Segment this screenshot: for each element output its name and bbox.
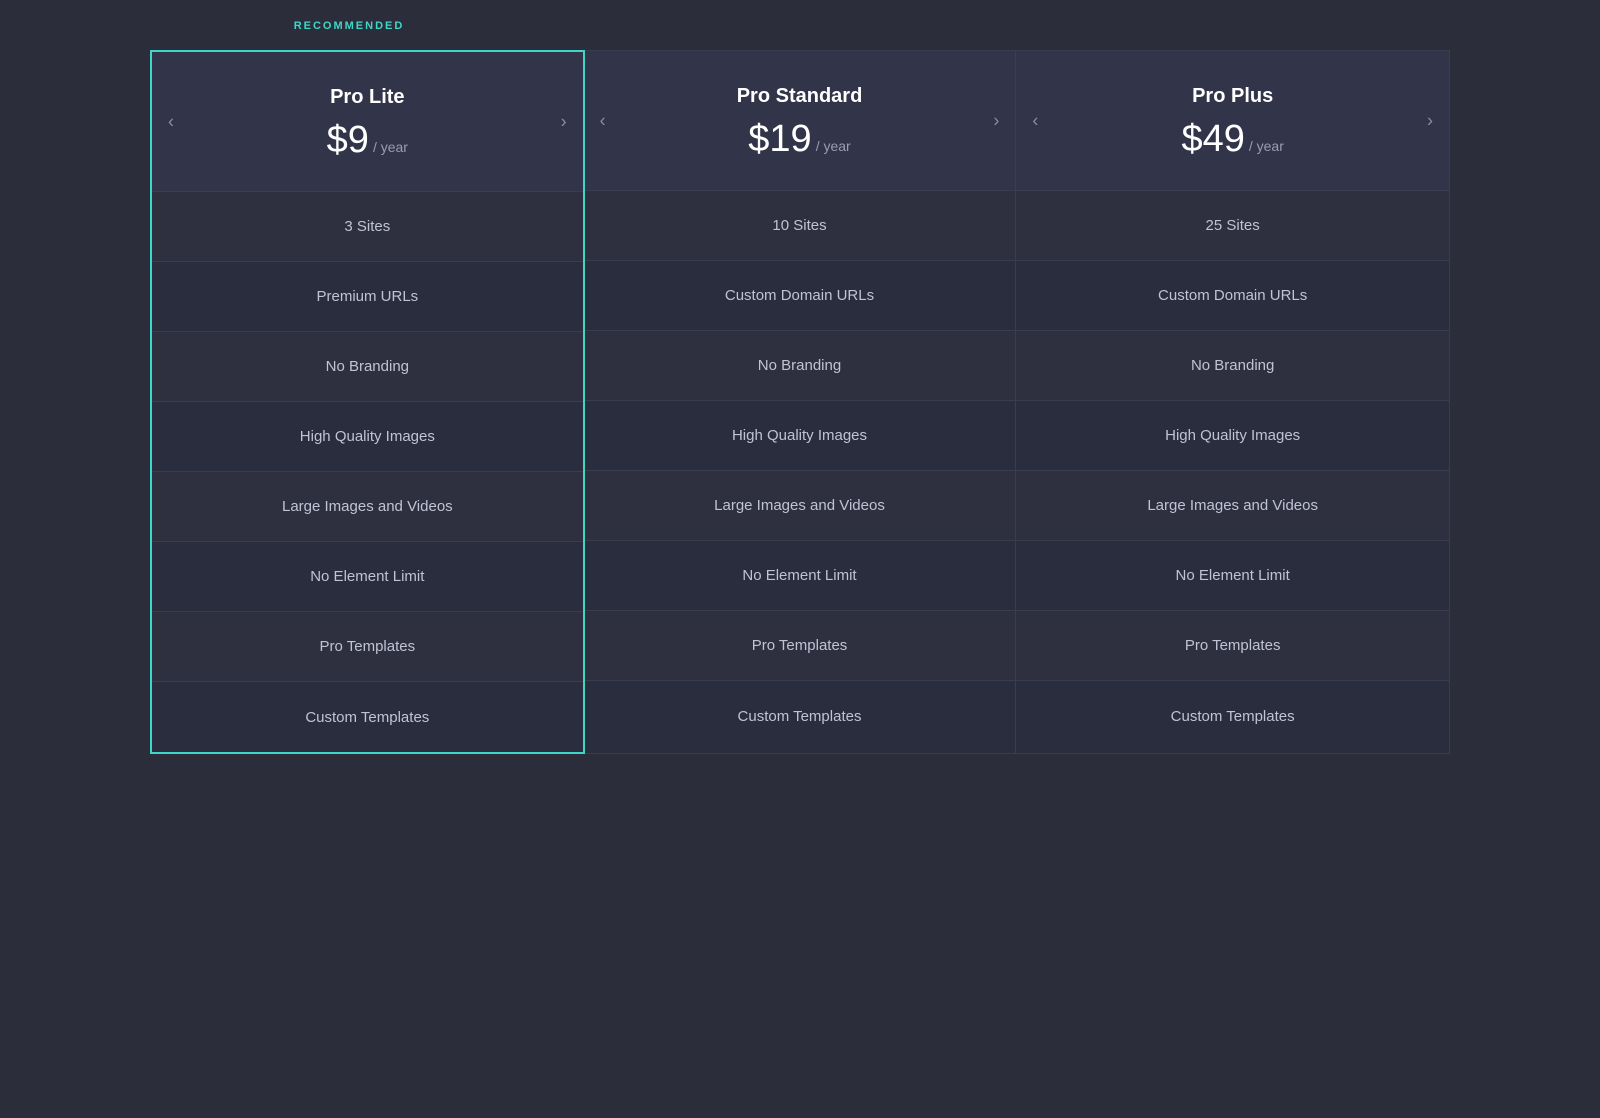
feature-text-pro-standard-4: Large Images and Videos <box>714 497 885 514</box>
plan-name-pro-lite: Pro Lite <box>330 86 404 109</box>
feature-row-pro-lite-4: Large Images and Videos <box>152 472 583 542</box>
plan-period-pro-plus: / year <box>1249 138 1284 154</box>
plan-price-pro-lite: $9/ year <box>327 119 408 162</box>
plan-header-pro-lite: ‹ Pro Lite $9/ year › <box>152 52 583 192</box>
plan-column-pro-lite: ‹ Pro Lite $9/ year › 3 Sites Premium URLs No … <box>150 50 585 754</box>
feature-text-pro-lite-2: No Branding <box>326 358 409 375</box>
feature-row-pro-standard-1: Custom Domain URLs <box>584 261 1016 331</box>
nav-right-pro-plus[interactable]: › <box>1419 102 1441 139</box>
feature-row-pro-plus-7: Custom Templates <box>1016 681 1449 751</box>
feature-text-pro-plus-7: Custom Templates <box>1171 708 1295 725</box>
feature-text-pro-standard-0: 10 Sites <box>772 217 826 234</box>
feature-row-pro-plus-1: Custom Domain URLs <box>1016 261 1449 331</box>
feature-text-pro-plus-2: No Branding <box>1191 357 1274 374</box>
feature-text-pro-standard-3: High Quality Images <box>732 427 867 444</box>
feature-text-pro-lite-4: Large Images and Videos <box>282 498 453 515</box>
feature-row-pro-lite-3: High Quality Images <box>152 402 583 472</box>
feature-text-pro-standard-5: No Element Limit <box>742 567 856 584</box>
feature-row-pro-standard-5: No Element Limit <box>584 541 1016 611</box>
feature-text-pro-lite-5: No Element Limit <box>310 568 424 585</box>
feature-row-pro-lite-6: Pro Templates <box>152 612 583 682</box>
plan-name-pro-standard: Pro Standard <box>737 85 863 108</box>
nav-right-pro-lite[interactable]: › <box>553 103 575 140</box>
feature-row-pro-plus-0: 25 Sites <box>1016 191 1449 261</box>
feature-row-pro-lite-2: No Branding <box>152 332 583 402</box>
feature-row-pro-plus-4: Large Images and Videos <box>1016 471 1449 541</box>
plans-grid: ‹Pro Lite$9/ year›3 SitesPremium URLsNo … <box>150 50 1450 754</box>
plan-amount-pro-lite: $9 <box>327 119 369 162</box>
plan-header-pro-plus: ‹ Pro Plus $49 / year › <box>1016 51 1449 191</box>
feature-row-pro-plus-3: High Quality Images <box>1016 401 1449 471</box>
feature-row-pro-standard-7: Custom Templates <box>584 681 1016 751</box>
feature-text-pro-plus-3: High Quality Images <box>1165 427 1300 444</box>
feature-row-pro-plus-6: Pro Templates <box>1016 611 1449 681</box>
plan-price-pro-plus: $49 / year <box>1181 118 1283 161</box>
feature-text-pro-lite-1: Premium URLs <box>316 288 418 305</box>
feature-text-pro-standard-2: No Branding <box>758 357 841 374</box>
plan-price-pro-standard: $19 / year <box>748 118 850 161</box>
feature-text-pro-plus-4: Large Images and Videos <box>1147 497 1318 514</box>
plan-name-pro-plus: Pro Plus <box>1192 85 1273 108</box>
feature-text-pro-standard-1: Custom Domain URLs <box>725 287 874 304</box>
feature-row-pro-lite-0: 3 Sites <box>152 192 583 262</box>
feature-text-pro-standard-7: Custom Templates <box>738 708 862 725</box>
plan-amount-pro-standard: $19 <box>748 118 811 161</box>
recommended-label: RECOMMENDED <box>150 20 548 38</box>
nav-left-pro-plus[interactable]: ‹ <box>1024 102 1046 139</box>
feature-row-pro-lite-7: Custom Templates <box>152 682 583 752</box>
feature-row-pro-lite-1: Premium URLs <box>152 262 583 332</box>
pricing-wrapper: RECOMMENDED ‹Pro Lite$9/ year›3 SitesPre… <box>150 20 1450 754</box>
feature-text-pro-plus-1: Custom Domain URLs <box>1158 287 1307 304</box>
plan-period-pro-lite: / year <box>373 139 408 155</box>
feature-text-pro-plus-6: Pro Templates <box>1185 637 1281 654</box>
nav-left-pro-standard[interactable]: ‹ <box>592 102 614 139</box>
feature-text-pro-plus-0: 25 Sites <box>1206 217 1260 234</box>
feature-text-pro-lite-0: 3 Sites <box>344 218 390 235</box>
feature-row-pro-standard-2: No Branding <box>584 331 1016 401</box>
feature-text-pro-lite-3: High Quality Images <box>300 428 435 445</box>
feature-text-pro-plus-5: No Element Limit <box>1176 567 1290 584</box>
feature-text-pro-lite-7: Custom Templates <box>305 709 429 726</box>
plan-amount-pro-plus: $49 <box>1181 118 1244 161</box>
feature-text-pro-lite-6: Pro Templates <box>320 638 416 655</box>
feature-row-pro-standard-6: Pro Templates <box>584 611 1016 681</box>
feature-row-pro-standard-4: Large Images and Videos <box>584 471 1016 541</box>
nav-left-pro-lite[interactable]: ‹ <box>160 103 182 140</box>
plan-column-pro-plus: ‹ Pro Plus $49 / year › 25 Sites Custom Domain… <box>1016 51 1449 753</box>
plan-column-pro-standard: ‹ Pro Standard $19 / year › 10 Sites Custom Do… <box>584 51 1017 753</box>
feature-row-pro-plus-2: No Branding <box>1016 331 1449 401</box>
feature-row-pro-lite-5: No Element Limit <box>152 542 583 612</box>
nav-right-pro-standard[interactable]: › <box>985 102 1007 139</box>
feature-row-pro-standard-0: 10 Sites <box>584 191 1016 261</box>
feature-row-pro-plus-5: No Element Limit <box>1016 541 1449 611</box>
plan-header-pro-standard: ‹ Pro Standard $19 / year › <box>584 51 1016 191</box>
plan-period-pro-standard: / year <box>816 138 851 154</box>
feature-row-pro-standard-3: High Quality Images <box>584 401 1016 471</box>
feature-text-pro-standard-6: Pro Templates <box>752 637 848 654</box>
